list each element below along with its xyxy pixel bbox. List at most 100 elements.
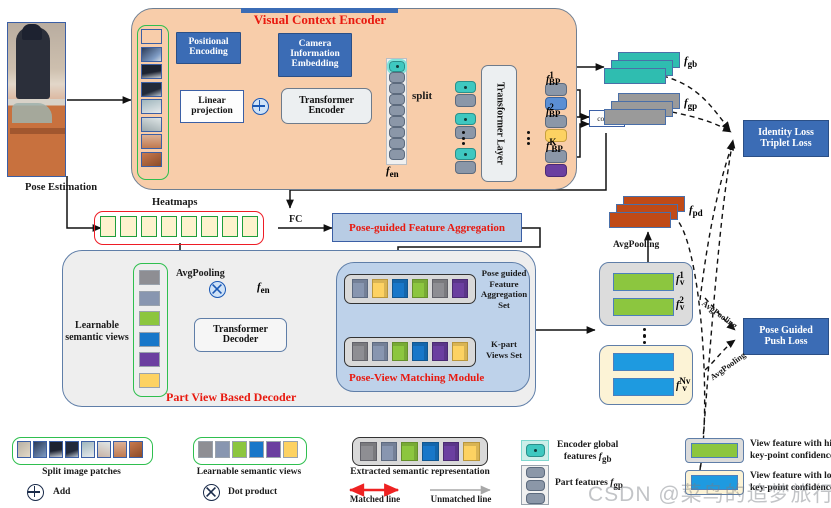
transformer-layer-ellipsis bbox=[527, 131, 530, 145]
image-patch bbox=[141, 29, 162, 44]
cube bbox=[372, 279, 388, 298]
legend-extracted-semantic-label: Extracted semantic representation bbox=[350, 467, 490, 477]
set-a-line3: Aggregation bbox=[480, 289, 528, 300]
transformer-encoder-box[interactable]: Transformer Encoder bbox=[281, 88, 372, 124]
heatmap-square bbox=[221, 216, 238, 237]
positional-encoding-box[interactable]: Positional Encoding bbox=[176, 32, 241, 64]
f-en-label: fen bbox=[386, 165, 399, 179]
linear-line2: projection bbox=[191, 105, 233, 116]
heatmap-square bbox=[120, 216, 137, 237]
legend-cube bbox=[360, 442, 377, 461]
legend-cube bbox=[401, 442, 419, 461]
set-b-label: K-part Views Set bbox=[480, 339, 528, 360]
image-patch bbox=[141, 46, 162, 62]
semantic-view-cell bbox=[139, 372, 160, 388]
set-b-line1: K-part bbox=[491, 339, 517, 349]
cube bbox=[352, 342, 368, 361]
legend-image-patch bbox=[49, 441, 63, 458]
linear-line1: Linear bbox=[198, 95, 226, 106]
legend-semantic-views-row bbox=[198, 441, 300, 459]
input-person-image bbox=[7, 22, 66, 177]
encoder-token bbox=[389, 116, 405, 127]
semantic-view-cell bbox=[139, 331, 160, 347]
legend-image-patch bbox=[17, 441, 31, 458]
split-branch-token bbox=[455, 148, 476, 174]
legend-matched-line-label: Matched line bbox=[349, 494, 401, 504]
legend-view-high-line1: View feature with high bbox=[750, 439, 831, 449]
set-a-line1: Pose guided bbox=[481, 268, 527, 278]
linear-projection-box[interactable]: Linear projection bbox=[180, 90, 244, 123]
encoder-token bbox=[389, 138, 405, 149]
legend-part-features-icon bbox=[521, 465, 549, 505]
pose-guided-push-loss-box[interactable]: Pose Guided Push Loss bbox=[743, 318, 829, 355]
heatmap-square bbox=[140, 216, 157, 237]
positional-encoding-line2: Encoding bbox=[189, 47, 228, 57]
legend-encoder-global-line2: features bbox=[563, 451, 597, 462]
identity-triplet-loss-box[interactable]: Identity Loss Triplet Loss bbox=[743, 120, 829, 157]
f-bp-k-label: fKBP bbox=[546, 137, 563, 155]
cube bbox=[432, 279, 448, 298]
view-box-ellipsis bbox=[643, 328, 647, 345]
semantic-view-cell bbox=[139, 270, 160, 285]
set-a-line2: Feature bbox=[489, 278, 519, 289]
legend-semantic-view-cell bbox=[266, 441, 281, 458]
fvn-label: fNvv bbox=[676, 376, 691, 394]
legend-cubes-row bbox=[360, 442, 481, 461]
push-loss-line2: Push Loss bbox=[764, 335, 808, 347]
legend-semantic-view-cell bbox=[283, 441, 298, 458]
legend-semantic-view-cell bbox=[215, 441, 230, 458]
set-b-cubes bbox=[352, 342, 468, 361]
pose-view-matching-title: Pose-View Matching Module bbox=[349, 372, 485, 384]
encoder-token bbox=[389, 83, 405, 94]
transformer-layer-label: Transformer Layer bbox=[494, 82, 506, 165]
pose-guided-feature-aggregation-box[interactable]: Pose-guided Feature Aggregation bbox=[332, 213, 522, 242]
set-a-label: Pose guided Feature Aggregation Set bbox=[480, 268, 528, 310]
legend-image-patch bbox=[113, 441, 127, 458]
camera-line3: Embedding bbox=[291, 58, 339, 69]
fvn-bar-1 bbox=[613, 353, 674, 371]
transformer-decoder-line2: Decoder bbox=[222, 334, 259, 345]
image-patch bbox=[141, 99, 162, 114]
transformer-layer-box[interactable]: Transformer Layer bbox=[481, 65, 517, 182]
pgfa-title: Pose-guided Feature Aggregation bbox=[348, 221, 506, 234]
legend-image-patch bbox=[33, 441, 47, 458]
cube bbox=[412, 279, 428, 298]
transformer-decoder-box[interactable]: Transformer Decoder bbox=[194, 318, 287, 352]
semantic-view-cell bbox=[139, 290, 160, 306]
transformer-encoder-line2: Encoder bbox=[308, 105, 345, 116]
legend-dot-product-icon bbox=[203, 484, 220, 501]
cube bbox=[452, 342, 468, 361]
fgb-label: fgb bbox=[684, 55, 698, 70]
watermark: CSDN @菜鸟的追梦旅行 bbox=[588, 483, 831, 506]
cube bbox=[432, 342, 448, 361]
image-patch bbox=[141, 134, 162, 149]
image-patch bbox=[141, 151, 162, 167]
fv2-label: f2v bbox=[676, 295, 685, 313]
legend-unmatched-line-label: Unmatched line bbox=[430, 494, 492, 504]
legend-cube bbox=[380, 442, 398, 461]
camera-information-embedding-box[interactable]: Camera Information Embedding bbox=[278, 33, 352, 77]
avgpooling-dashed-label-1: AvgPooling bbox=[700, 298, 740, 331]
legend-split-patches-row bbox=[17, 441, 146, 459]
legend-image-patch bbox=[97, 441, 111, 458]
legend-image-patch bbox=[65, 441, 79, 458]
part-view-based-decoder-title: Part View Based Decoder bbox=[166, 390, 297, 404]
fv2-bar bbox=[613, 298, 674, 316]
push-loss-line1: Pose Guided bbox=[759, 325, 813, 336]
legend-cube bbox=[442, 442, 460, 461]
fgp-label: fgp bbox=[684, 97, 698, 112]
cube bbox=[352, 279, 368, 298]
semantic-view-cell bbox=[139, 311, 160, 327]
legend-encoder-global-line1: Encoder global bbox=[557, 440, 619, 450]
legend-semantic-view-cell bbox=[232, 441, 247, 458]
visual-context-encoder-title: Visual Context Encoder bbox=[253, 12, 387, 27]
legend-split-patches-label: Split image patches bbox=[42, 467, 121, 477]
f-bp-2-label: f2BP bbox=[546, 102, 561, 120]
cube bbox=[372, 342, 388, 361]
encoder-token bbox=[389, 72, 405, 83]
split-label: split bbox=[412, 90, 433, 102]
legend-add-icon bbox=[27, 484, 44, 501]
fvn-bar-2 bbox=[613, 378, 674, 396]
image-patch bbox=[141, 64, 162, 79]
learnable-semantic-views-column bbox=[139, 270, 160, 388]
